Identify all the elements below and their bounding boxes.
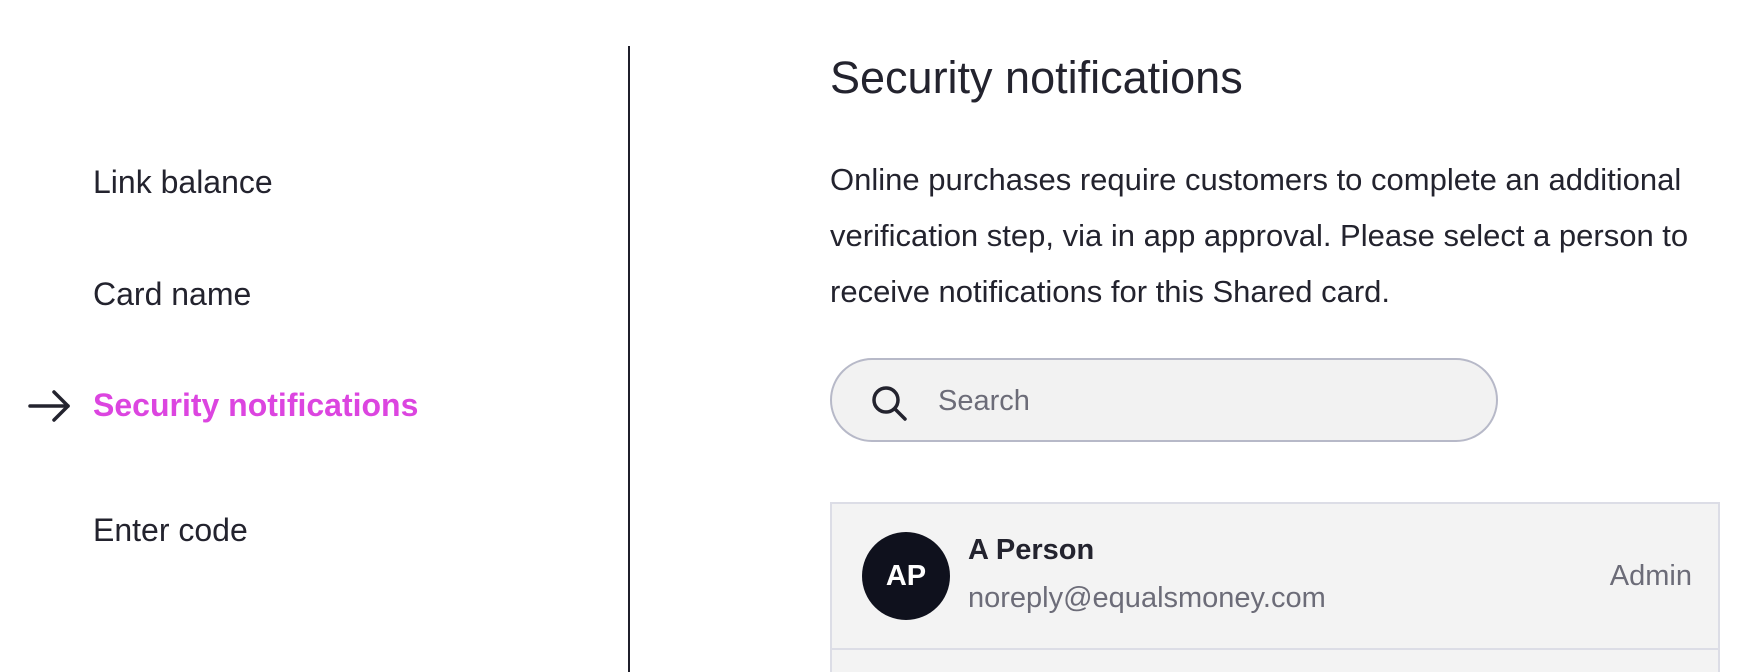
person-role: Admin — [1609, 560, 1692, 592]
list-item[interactable]: AP A Person noreply@equalsmoney.com Admi… — [832, 504, 1718, 650]
main-content: Security notifications Online purchases … — [830, 0, 1730, 672]
sidebar-item-label: Security notifications — [93, 387, 419, 423]
page-title: Security notifications — [830, 52, 1243, 103]
person-list: AP A Person noreply@equalsmoney.com Admi… — [830, 502, 1720, 672]
page: Link balance Card name Security notifica… — [0, 0, 1764, 672]
search-icon — [872, 386, 907, 421]
sidebar-item-card-name[interactable]: Card name — [93, 276, 251, 313]
sidebar-item-label: Card name — [93, 276, 252, 312]
page-description: Online purchases require customers to co… — [830, 162, 1689, 309]
person-name: A Person — [968, 534, 1095, 566]
sidebar-item-link-balance[interactable]: Link balance — [93, 164, 273, 201]
sidebar-divider — [628, 46, 630, 672]
arrow-right-icon — [28, 390, 70, 422]
search-input[interactable] — [936, 378, 1460, 424]
search-box[interactable] — [830, 358, 1498, 442]
sidebar-item-enter-code[interactable]: Enter code — [93, 512, 248, 549]
sidebar-item-security-notifications[interactable]: Security notifications — [93, 387, 418, 424]
person-email: noreply@equalsmoney.com — [968, 582, 1326, 614]
sidebar-item-label: Link balance — [93, 164, 273, 200]
avatar: AP — [862, 532, 950, 620]
sidebar-nav: Link balance Card name Security notifica… — [0, 0, 628, 672]
sidebar-item-label: Enter code — [93, 512, 248, 548]
